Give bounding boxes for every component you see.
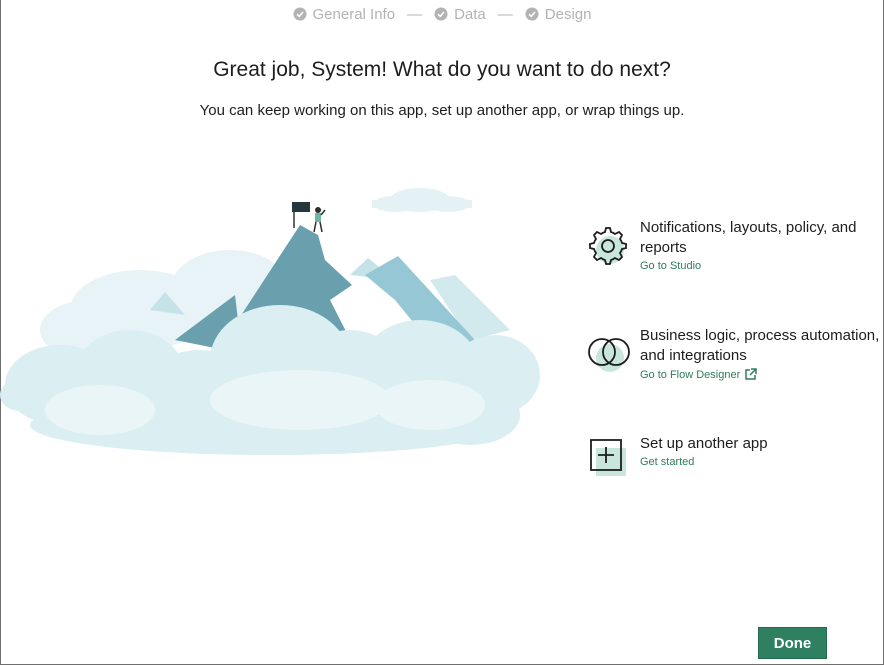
step-label: Design xyxy=(544,5,592,23)
step-separator: — xyxy=(497,5,513,23)
option-title: Business logic, process automation, and … xyxy=(640,327,880,364)
get-started-link[interactable]: Get started xyxy=(640,456,768,468)
step-label: General Info xyxy=(312,5,396,23)
go-to-studio-link[interactable]: Go to Studio xyxy=(640,260,884,272)
overlapping-circles-icon xyxy=(588,338,630,372)
option-studio: Notifications, layouts, policy, and repo… xyxy=(584,218,884,272)
link-label: Go to Flow Designer xyxy=(640,368,741,381)
go-to-flow-designer-link[interactable]: Go to Flow Designer xyxy=(640,368,884,381)
external-link-icon xyxy=(745,368,758,380)
check-circle-icon xyxy=(525,7,539,21)
option-title: Set up another app xyxy=(640,435,768,452)
link-label: Go to Studio xyxy=(640,260,702,272)
plus-box-icon xyxy=(590,439,626,476)
step-label: Data xyxy=(454,5,486,23)
progress-stepper: General Info — Data — Design xyxy=(0,4,884,24)
check-circle-icon xyxy=(434,7,448,21)
gear-icon xyxy=(589,227,627,265)
link-label: Get started xyxy=(640,456,695,468)
check-circle-icon xyxy=(293,7,307,21)
option-title: Notifications, layouts, policy, and repo… xyxy=(640,219,857,256)
step-data: Data xyxy=(434,6,486,23)
page-title: Great job, System! What do you want to d… xyxy=(213,58,671,81)
done-button[interactable]: Done xyxy=(758,627,827,659)
page-subtitle: You can keep working on this app, set up… xyxy=(199,102,685,119)
step-design: Design xyxy=(525,5,592,23)
option-new-app: Set up another app Get started xyxy=(584,434,884,484)
step-separator: — xyxy=(407,5,423,23)
step-general-info: General Info xyxy=(293,5,396,23)
mountain-clouds-illustration xyxy=(0,188,540,455)
option-flow-designer: Business logic, process automation, and … xyxy=(584,326,884,381)
